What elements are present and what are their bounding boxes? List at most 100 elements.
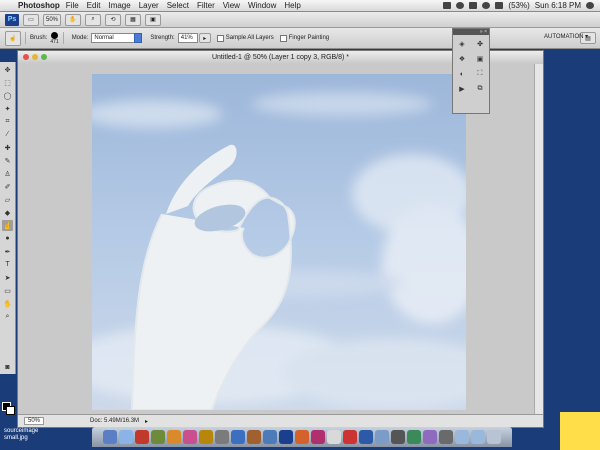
zoom-window-icon[interactable] <box>41 54 47 60</box>
illustrator-icon[interactable] <box>295 430 309 444</box>
menu-view[interactable]: View <box>223 1 240 10</box>
finger-painting-checkbox[interactable] <box>279 34 287 42</box>
app-red-icon[interactable] <box>135 430 149 444</box>
menu-edit[interactable]: Edit <box>87 1 101 10</box>
workspace-switcher[interactable]: AUTOMATION ▾ <box>544 33 588 40</box>
adjustments-panel-icon[interactable]: ◐ <box>457 69 467 79</box>
status-doc-size: Doc: 5.49M/16.3M <box>90 418 140 424</box>
pen-icon[interactable]: ✒ <box>2 246 13 257</box>
lasso-icon[interactable]: ◯ <box>2 90 13 101</box>
rotate-view-icon[interactable]: ⟲ <box>105 13 122 26</box>
bluetooth-icon[interactable] <box>469 2 478 9</box>
app-green-icon[interactable] <box>151 430 165 444</box>
close-icon[interactable] <box>23 54 29 60</box>
status-zoom-field[interactable]: 50% <box>24 417 45 425</box>
menu-file[interactable]: File <box>66 1 79 10</box>
zoom-icon[interactable]: ⌕ <box>2 311 13 322</box>
menubar-clock[interactable]: Sun 6:18 PM <box>535 1 581 10</box>
app-blue-icon[interactable] <box>263 430 277 444</box>
spotlight-icon[interactable] <box>586 2 594 9</box>
actions-panel-icon[interactable]: ▶ <box>457 84 467 94</box>
stamp-icon[interactable]: ♙ <box>2 168 13 179</box>
path-select-icon[interactable]: ➤ <box>2 272 13 283</box>
volume-icon[interactable] <box>495 2 504 9</box>
screen-mode-icon[interactable]: ▣ <box>145 13 162 26</box>
trash-icon[interactable] <box>487 430 501 444</box>
folder2-icon[interactable] <box>471 430 485 444</box>
clone-source-panel-icon[interactable]: ⧉ <box>475 84 485 94</box>
app-darkgray-icon[interactable] <box>439 430 453 444</box>
system-prefs-icon[interactable] <box>215 430 229 444</box>
smudge-preset-icon[interactable]: ☝ <box>5 30 21 46</box>
eyedropper-icon[interactable]: ⁄ <box>2 129 13 140</box>
menu-filter[interactable]: Filter <box>197 1 215 10</box>
safari-icon[interactable] <box>119 430 133 444</box>
healing-icon[interactable]: ✚ <box>2 142 13 153</box>
app-white-icon[interactable] <box>327 430 341 444</box>
background-color-swatch[interactable] <box>6 406 15 415</box>
move-icon[interactable]: ✥ <box>2 64 13 75</box>
menu-layer[interactable]: Layer <box>139 1 159 10</box>
menu-help[interactable]: Help <box>284 1 300 10</box>
app-purple-icon[interactable] <box>423 430 437 444</box>
strength-input[interactable]: 41% <box>177 33 198 43</box>
finder-icon[interactable] <box>103 430 117 444</box>
brushes-panel-icon[interactable]: ✤ <box>475 39 485 49</box>
history-brush-icon[interactable]: ✐ <box>2 181 13 192</box>
eraser-icon[interactable]: ▱ <box>2 194 13 205</box>
photoshop-icon[interactable] <box>279 430 293 444</box>
minimize-icon[interactable] <box>32 54 38 60</box>
app-orange-icon[interactable] <box>167 430 181 444</box>
app-red2-icon[interactable] <box>343 430 357 444</box>
dropbox-icon[interactable] <box>443 2 452 9</box>
crop-icon[interactable]: ⌗ <box>2 116 13 127</box>
strength-slider-arrow-icon[interactable]: ▸ <box>198 33 211 43</box>
brush-icon[interactable]: ✎ <box>2 155 13 166</box>
bridge-icon[interactable]: ▭ <box>23 13 39 26</box>
bucket-icon[interactable]: ◆ <box>2 207 13 218</box>
itunes-icon[interactable] <box>183 430 197 444</box>
smudge-icon[interactable]: ☝ <box>2 220 13 231</box>
desktop-file-label[interactable]: sourceimage small.jpg <box>4 428 38 442</box>
sync-icon[interactable] <box>456 2 465 9</box>
quick-mask-icon[interactable]: ◙ <box>2 362 13 373</box>
wifi-icon[interactable] <box>482 2 491 9</box>
zoom-tool-icon[interactable]: ⌕ <box>85 13 102 26</box>
folder-icon[interactable] <box>455 430 469 444</box>
menu-select[interactable]: Select <box>167 1 189 10</box>
navigator-panel-icon[interactable]: ▣ <box>475 54 485 64</box>
mode-select-arrow-icon[interactable] <box>134 33 143 43</box>
app-gray-icon[interactable] <box>391 430 405 444</box>
marquee-icon[interactable]: ⬚ <box>2 77 13 88</box>
hand-icon[interactable]: ✋ <box>2 298 13 309</box>
channels-panel-icon[interactable]: ❖ <box>457 54 467 64</box>
app-brown-icon[interactable] <box>247 430 261 444</box>
status-menu-arrow-icon[interactable]: ▸ <box>145 418 148 425</box>
shape-icon[interactable]: ▭ <box>2 285 13 296</box>
dodge-icon[interactable]: ● <box>2 233 13 244</box>
ps-logo-icon[interactable]: Ps <box>5 13 19 26</box>
zoom-select[interactable]: 50% <box>43 13 62 26</box>
menu-image[interactable]: Image <box>108 1 130 10</box>
garageband-icon[interactable] <box>199 430 213 444</box>
app-blue2-icon[interactable] <box>359 430 373 444</box>
mail-icon[interactable] <box>231 430 245 444</box>
canvas-area[interactable] <box>18 64 535 415</box>
app-teal-icon[interactable] <box>407 430 421 444</box>
hand-tool-icon[interactable]: ✋ <box>65 13 82 26</box>
battery-percent[interactable]: (53%) <box>508 1 529 10</box>
type-icon[interactable]: T <box>2 259 13 270</box>
transform-panel-icon[interactable]: ⛶ <box>475 69 485 79</box>
menu-window[interactable]: Window <box>248 1 276 10</box>
sample-all-layers-checkbox[interactable] <box>216 34 224 42</box>
indesign-icon[interactable] <box>311 430 325 444</box>
canvas-image[interactable] <box>92 74 466 410</box>
magic-wand-icon[interactable]: ✦ <box>2 103 13 114</box>
layers-panel-icon[interactable]: ◈ <box>457 39 467 49</box>
brush-picker[interactable]: 471 <box>50 31 59 45</box>
menu-app-name[interactable]: Photoshop <box>18 1 60 10</box>
app-lightblue-icon[interactable] <box>375 430 389 444</box>
vertical-scrollbar[interactable] <box>534 64 543 415</box>
mode-select[interactable]: Normal <box>91 33 136 43</box>
arrange-icon[interactable]: ▦ <box>125 13 142 26</box>
